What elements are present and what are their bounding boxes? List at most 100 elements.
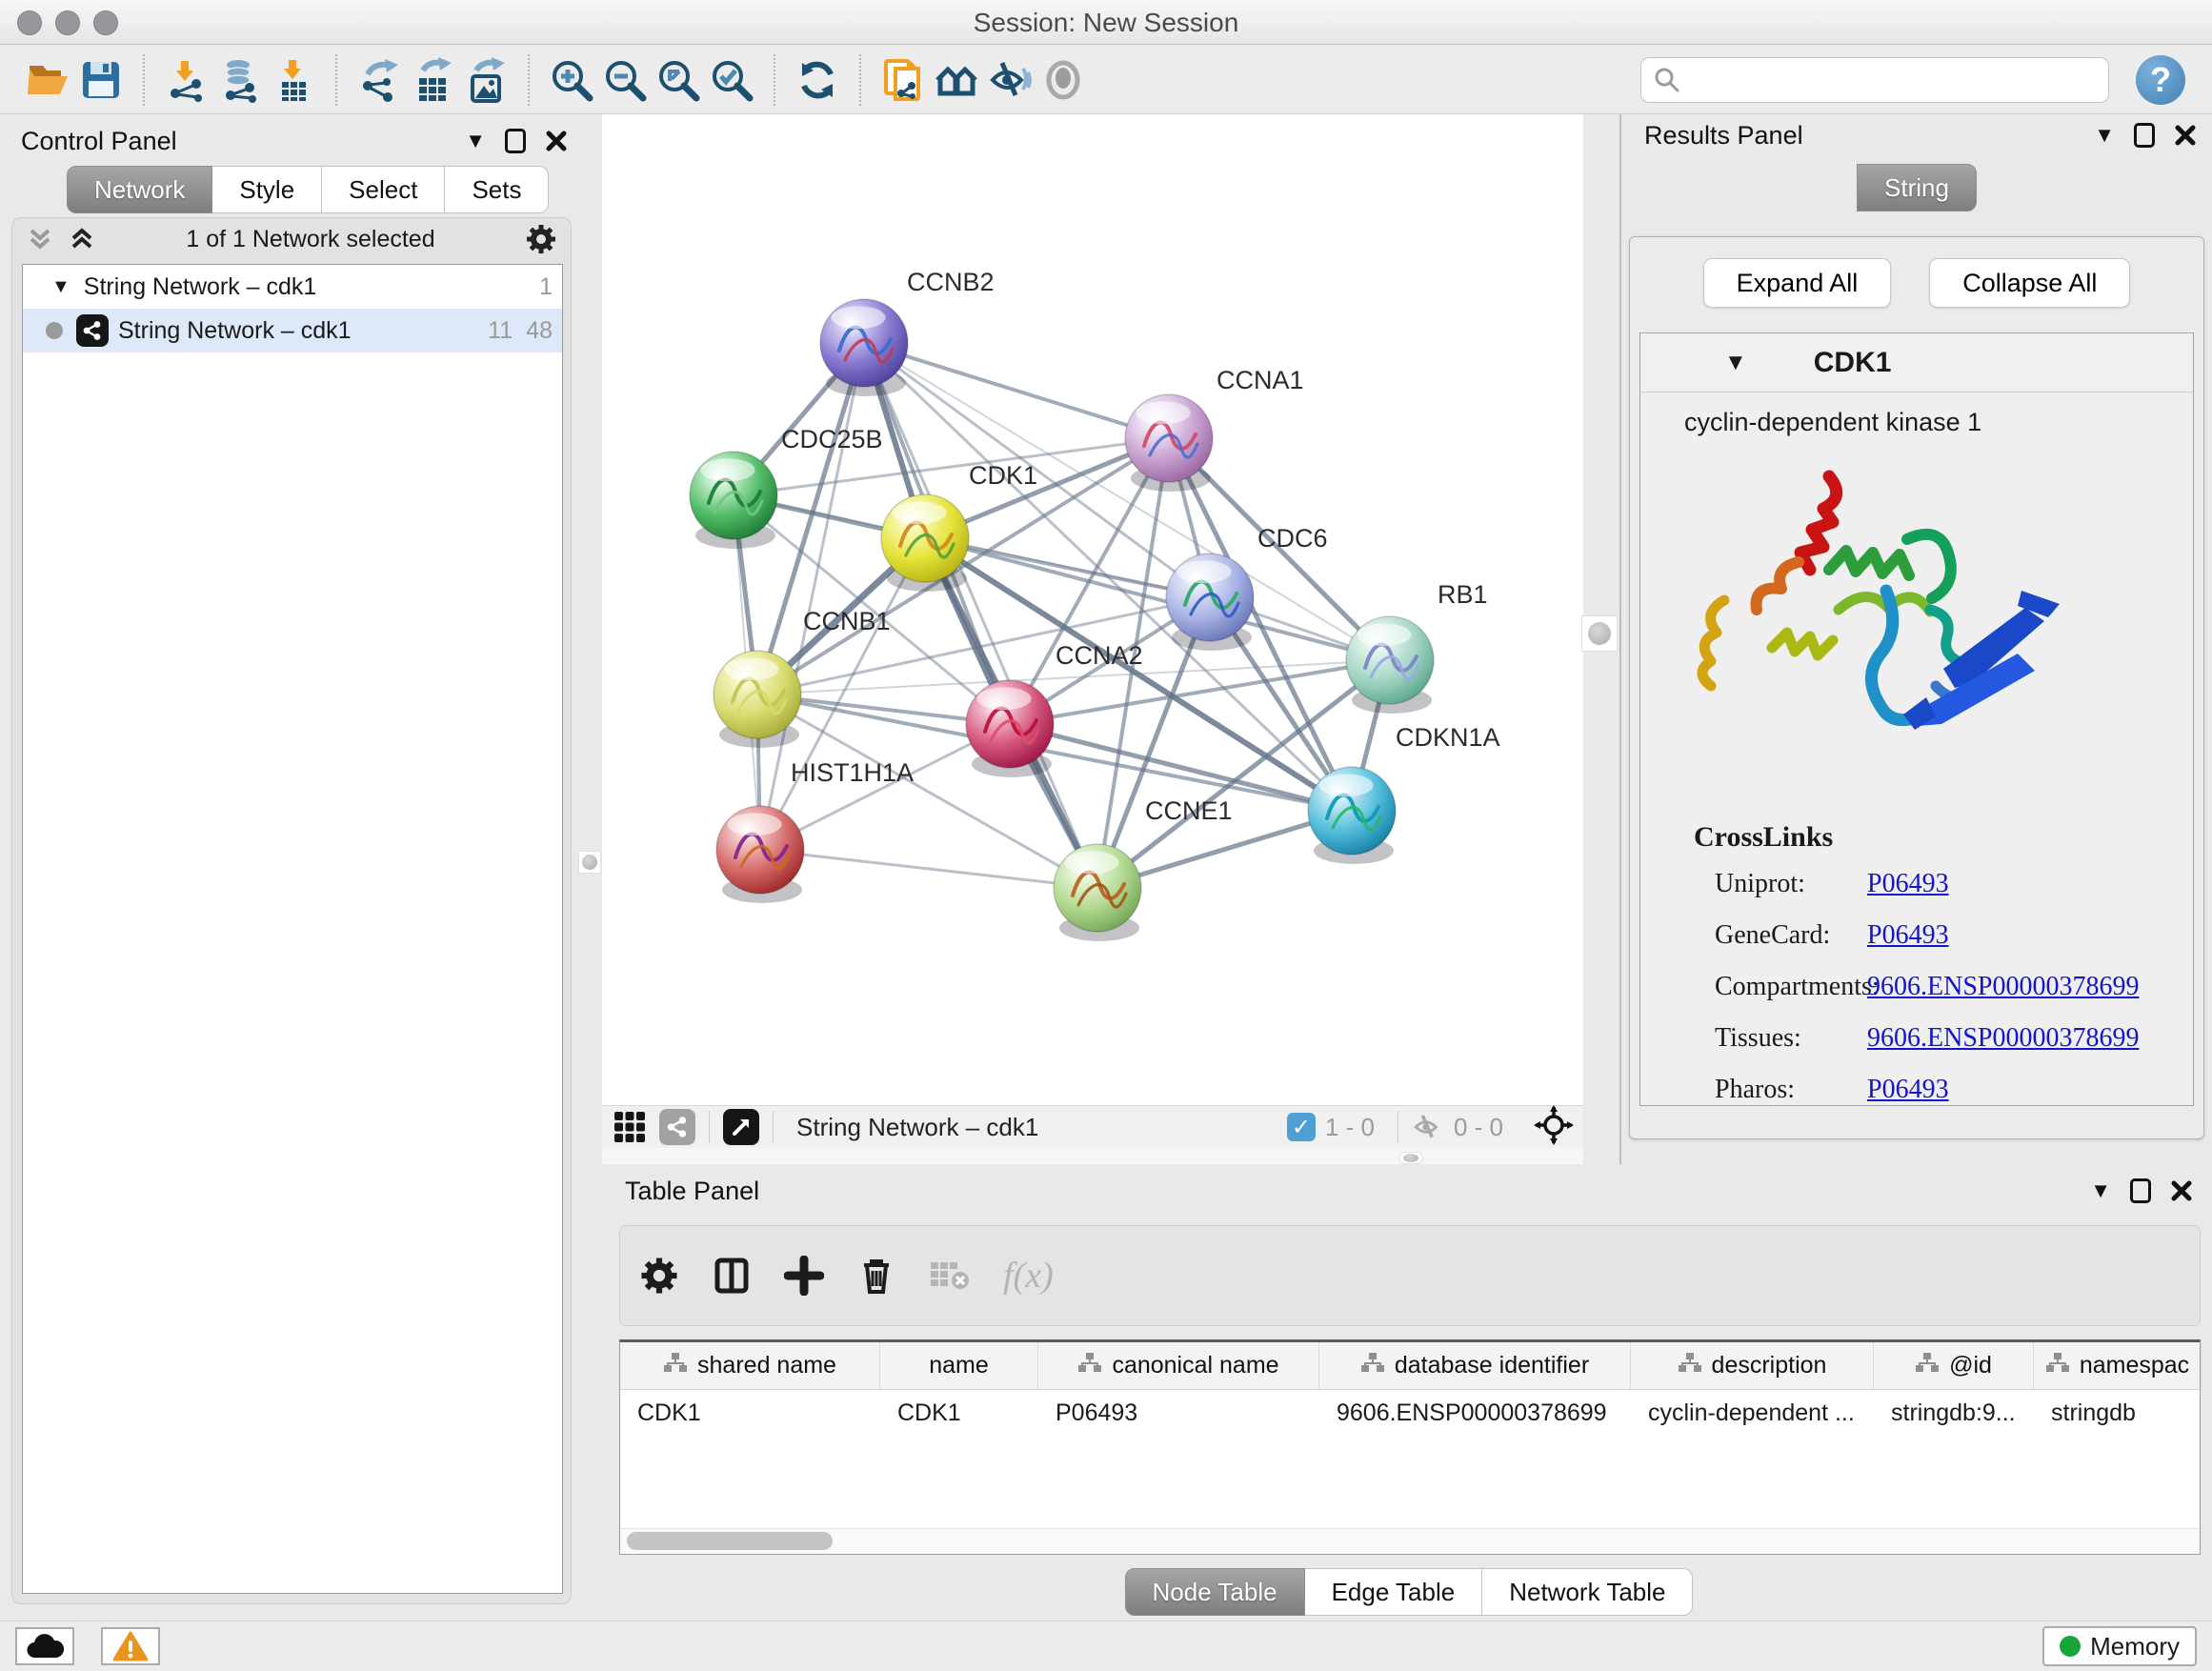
table-cell[interactable]: stringdb (2034, 1390, 2202, 1436)
apply-layout-button[interactable] (791, 53, 844, 107)
column-header-database-identifier[interactable]: database identifier (1319, 1342, 1631, 1389)
export-table-button[interactable] (406, 53, 459, 107)
close-panel-icon[interactable] (2174, 124, 2197, 147)
tab-edge-table[interactable]: Edge Table (1305, 1568, 1483, 1616)
level-of-detail-button[interactable] (1036, 53, 1090, 107)
horizontal-scrollbar[interactable] (621, 1528, 2199, 1553)
search-box[interactable] (1640, 57, 2109, 103)
column-header-namespac[interactable]: namespac (2034, 1342, 2202, 1389)
crosslink-link[interactable]: P06493 (1867, 1075, 1949, 1105)
birdseye-view-icon[interactable] (723, 1109, 759, 1145)
network-tree-row[interactable]: String Network – cdk1 11 48 (23, 309, 562, 352)
import-network-file-button[interactable] (160, 53, 213, 107)
horizontal-splitter[interactable] (602, 1148, 1583, 1164)
node-CDKN1A[interactable]: CDKN1A (1308, 723, 1500, 864)
save-session-button[interactable] (74, 53, 128, 107)
float-panel-icon[interactable] (2130, 1178, 2151, 1203)
network-share-icon[interactable] (659, 1109, 695, 1145)
panel-menu-icon[interactable]: ▼ (465, 131, 486, 151)
clone-network-button[interactable] (876, 53, 930, 107)
node-CCNB1[interactable]: CCNB1 (714, 607, 891, 748)
network-tree-root-row[interactable]: ▼ String Network – cdk1 1 (23, 265, 562, 309)
tab-sets[interactable]: Sets (445, 166, 549, 213)
delete-column-icon[interactable] (856, 1256, 896, 1296)
zoom-in-button[interactable] (545, 53, 598, 107)
right-splitter-handle[interactable] (1581, 615, 1618, 652)
close-panel-icon[interactable] (2170, 1179, 2193, 1202)
node-CCNA2[interactable]: CCNA2 (966, 641, 1143, 777)
node-CCNA1[interactable]: CCNA1 (1125, 366, 1304, 492)
crosslink-link[interactable]: 9606.ENSP00000378699 (1867, 1023, 2139, 1054)
collapse-all-networks-icon[interactable] (26, 225, 54, 253)
panel-menu-icon[interactable]: ▼ (2090, 1180, 2111, 1201)
network-canvas[interactable]: CCNB2CCNA1CDC25BCDK1CDC6RB1CCNB1CCNA2CDK… (602, 114, 1583, 1164)
table-options-gear-icon[interactable] (639, 1256, 679, 1296)
edge-HIST1H1A-CCNE1[interactable] (760, 850, 1097, 888)
table-cell[interactable]: CDK1 (880, 1390, 1038, 1436)
left-splitter-handle[interactable] (578, 851, 601, 874)
tab-network[interactable]: Network (67, 166, 212, 213)
float-panel-icon[interactable] (2134, 123, 2155, 148)
edge-CCNB2-CCNA1[interactable] (864, 343, 1169, 438)
column-header--id[interactable]: @id (1874, 1342, 2034, 1389)
tab-style[interactable]: Style (212, 166, 322, 213)
close-panel-icon[interactable] (545, 130, 568, 152)
zoom-fit-button[interactable] (652, 53, 705, 107)
float-panel-icon[interactable] (505, 129, 526, 153)
first-neighbors-button[interactable] (930, 53, 983, 107)
node-CDC25B[interactable]: CDC25B (690, 425, 883, 549)
zoom-out-button[interactable] (598, 53, 652, 107)
edge-CDK1-RB1[interactable] (925, 538, 1390, 660)
zoom-selected-button[interactable] (705, 53, 758, 107)
selected-nodes-checkbox[interactable]: ✓ (1287, 1113, 1316, 1141)
search-input[interactable] (1681, 64, 2081, 95)
network-graph[interactable]: CCNB2CCNA1CDC25BCDK1CDC6RB1CCNB1CCNA2CDK… (602, 114, 1583, 1105)
node-RB1[interactable]: RB1 (1346, 580, 1488, 714)
gear-icon[interactable] (525, 223, 557, 255)
warnings-button[interactable] (101, 1627, 160, 1665)
edge-CCNB2-CCNE1[interactable] (864, 343, 1097, 888)
table-row[interactable]: CDK1CDK1P064939606.ENSP00000378699cyclin… (620, 1390, 2200, 1436)
open-session-button[interactable] (21, 53, 74, 107)
bottom-splitter-handle[interactable] (1398, 1152, 1423, 1164)
tab-string[interactable]: String (1857, 164, 1977, 211)
section-expander-icon[interactable]: ▼ (1724, 350, 1747, 376)
node-HIST1H1A[interactable]: HIST1H1A (716, 758, 914, 903)
node-CCNE1[interactable]: CCNE1 (1054, 796, 1233, 941)
tab-node-table[interactable]: Node Table (1125, 1568, 1305, 1616)
expand-all-networks-icon[interactable] (68, 225, 96, 253)
grid-view-icon[interactable] (612, 1109, 648, 1145)
column-header-shared-name[interactable]: shared name (620, 1342, 880, 1389)
table-cell[interactable]: 9606.ENSP00000378699 (1319, 1390, 1631, 1436)
help-button[interactable]: ? (2136, 55, 2185, 105)
create-column-icon[interactable] (784, 1256, 824, 1296)
table-cell[interactable]: P06493 (1038, 1390, 1319, 1436)
graphics-details-button[interactable] (983, 53, 1036, 107)
expand-all-button[interactable]: Expand All (1703, 258, 1892, 308)
panel-menu-icon[interactable]: ▼ (2094, 125, 2115, 146)
cloud-status-button[interactable] (15, 1627, 74, 1665)
tab-network-table[interactable]: Network Table (1482, 1568, 1693, 1616)
import-network-database-button[interactable] (213, 53, 267, 107)
column-header-name[interactable]: name (880, 1342, 1038, 1389)
show-columns-icon[interactable] (712, 1256, 752, 1296)
crosslink-link[interactable]: 9606.ENSP00000378699 (1867, 972, 2139, 1002)
table-cell[interactable]: CDK1 (620, 1390, 880, 1436)
memory-button[interactable]: Memory (2042, 1626, 2197, 1666)
collapse-all-button[interactable]: Collapse All (1929, 258, 2130, 308)
table-cell[interactable]: stringdb:9... (1874, 1390, 2034, 1436)
crosslink-link[interactable]: P06493 (1867, 869, 1949, 899)
import-table-button[interactable] (267, 53, 320, 107)
column-header-description[interactable]: description (1631, 1342, 1874, 1389)
export-image-button[interactable] (459, 53, 513, 107)
export-network-button[interactable] (352, 53, 406, 107)
crosslink-link[interactable]: P06493 (1867, 920, 1949, 951)
column-header-canonical-name[interactable]: canonical name (1038, 1342, 1319, 1389)
section-header[interactable]: ▼ CDK1 (1640, 333, 2193, 393)
tab-select[interactable]: Select (322, 166, 445, 213)
scrollbar-thumb[interactable] (627, 1532, 833, 1550)
table-cell[interactable]: cyclin-dependent ... (1631, 1390, 1874, 1436)
tree-expander-icon[interactable]: ▼ (51, 276, 70, 298)
node-CDC6[interactable]: CDC6 (1166, 524, 1328, 651)
crosshair-icon[interactable] (1534, 1105, 1574, 1150)
